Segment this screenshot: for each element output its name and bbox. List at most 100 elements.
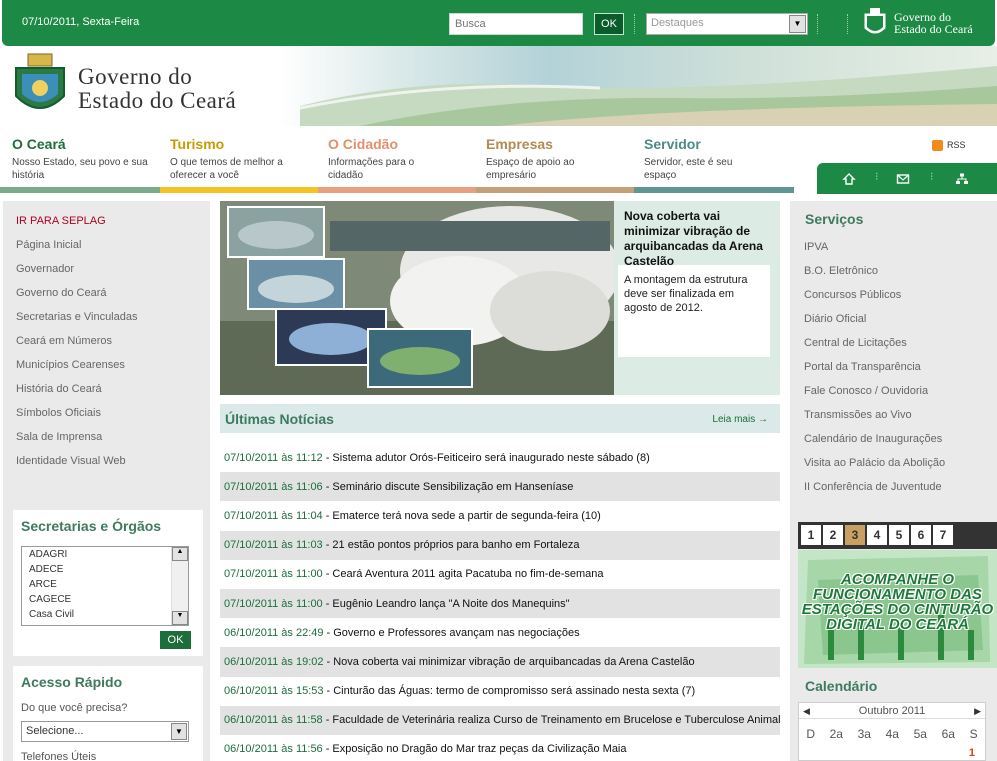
news-text[interactable]: - Ceará Aventura 2011 agita Pacatuba no … <box>326 568 604 580</box>
list-item[interactable]: Casa Civil <box>22 607 188 622</box>
left-menu-item[interactable]: Identidade Visual Web <box>16 455 137 479</box>
news-row[interactable]: 07/10/2011 às 11:06- Seminário discute S… <box>220 472 780 502</box>
left-menu-item[interactable]: Municípios Cearenses <box>16 359 137 383</box>
servico-item[interactable]: B.O. Eletrônico <box>804 265 945 289</box>
news-text[interactable]: - Exposição no Dragão do Mar traz peças … <box>326 743 627 755</box>
news-date[interactable]: 07/10/2011 às 11:06 <box>224 481 323 493</box>
acesso-rapido-box: Acesso Rápido Do que você precisa? Selec… <box>13 666 203 761</box>
news-text[interactable]: - 21 estão pontos próprios para banho em… <box>326 539 580 551</box>
left-menu-item-seplag[interactable]: IR PARA SEPLAG <box>16 215 137 239</box>
calendar-day[interactable]: 1 <box>969 747 975 759</box>
telefones-link[interactable]: Telefones Úteis <box>21 751 96 761</box>
news-date[interactable]: 06/10/2011 às 11:58 <box>224 714 323 726</box>
news-row[interactable]: 07/10/2011 às 11:00- Ceará Aventura 2011… <box>220 560 780 589</box>
news-row[interactable]: 06/10/2011 às 19:02- Nova coberta vai mi… <box>220 647 780 677</box>
news-row[interactable]: 07/10/2011 às 11:04- Ematerce terá nova … <box>220 501 780 530</box>
left-menu-item[interactable]: Ceará em Números <box>16 335 137 359</box>
news-text[interactable]: - Faculdade de Veterinária realiza Curso… <box>326 714 780 726</box>
secretarias-ok-button[interactable]: OK <box>160 631 191 649</box>
pager-page[interactable]: 1 <box>801 525 821 545</box>
logo-line2: Estado do Ceará <box>78 88 237 113</box>
prev-month-icon[interactable]: ◀ <box>803 703 810 719</box>
pager-page[interactable]: 7 <box>933 525 953 545</box>
news-row[interactable]: 06/10/2011 às 11:56- Exposição no Dragão… <box>220 735 780 761</box>
news-text[interactable]: - Seminário discute Sensibilização em Ha… <box>326 481 574 493</box>
news-date[interactable]: 07/10/2011 às 11:00 <box>224 568 323 580</box>
scrollbar[interactable]: ▲ ▼ <box>171 547 188 625</box>
featured-news[interactable]: Nova coberta vai minimizar vibração de a… <box>220 201 780 395</box>
news-text[interactable]: - Cinturão das Águas: termo de compromis… <box>327 685 696 697</box>
nav-item-o-cidadao[interactable]: O Cidadão Informações para o cidadão <box>328 136 478 182</box>
featured-title[interactable]: Nova coberta vai minimizar vibração de a… <box>624 209 776 269</box>
next-month-icon[interactable]: ▶ <box>974 703 981 719</box>
acesso-select[interactable]: Selecione... ▼ <box>21 721 189 742</box>
news-text[interactable]: - Nova coberta vai minimizar vibração de… <box>327 656 695 668</box>
servico-item[interactable]: Concursos Públicos <box>804 289 945 313</box>
nav-item-servidor[interactable]: Servidor Servidor, este é seu espaço <box>644 136 794 182</box>
left-menu-item[interactable]: Sala de Imprensa <box>16 431 137 455</box>
news-text[interactable]: - Sistema adutor Orós-Feiticeiro será in… <box>326 452 650 464</box>
servico-item[interactable]: Visita ao Palácio da Abolição <box>804 457 945 481</box>
pager-page[interactable]: 6 <box>911 525 931 545</box>
news-row[interactable]: 06/10/2011 às 22:49- Governo e Professor… <box>220 618 780 647</box>
news-date[interactable]: 07/10/2011 às 11:12 <box>224 452 323 464</box>
news-date[interactable]: 07/10/2011 às 11:00 <box>224 598 323 610</box>
left-menu-item[interactable]: História do Ceará <box>16 383 137 407</box>
news-date[interactable]: 06/10/2011 às 19:02 <box>224 656 324 668</box>
list-item[interactable]: CAGECE <box>22 592 188 607</box>
servico-item[interactable]: Diário Oficial <box>804 313 945 337</box>
pager-page[interactable]: 5 <box>889 525 909 545</box>
news-row[interactable]: 07/10/2011 às 11:00- Eugênio Leandro lan… <box>220 588 780 619</box>
servico-item[interactable]: Central de Licitações <box>804 337 945 361</box>
servico-item[interactable]: Calendário de Inaugurações <box>804 433 945 457</box>
servico-item[interactable]: Transmissões ao Vivo <box>804 409 945 433</box>
pager-page[interactable]: 4 <box>867 525 887 545</box>
list-item[interactable]: ARCE <box>22 577 188 592</box>
servico-item[interactable]: II Conferência de Juventude <box>804 481 945 505</box>
scroll-down-icon[interactable]: ▼ <box>172 611 188 625</box>
destaques-select[interactable]: Destaques ▼ <box>646 13 808 35</box>
main-logo[interactable]: Governo do Estado do Ceará <box>12 52 282 122</box>
news-date[interactable]: 07/10/2011 às 11:03 <box>224 539 323 551</box>
left-menu-item[interactable]: Governador <box>16 263 137 287</box>
news-date[interactable]: 06/10/2011 às 22:49 <box>224 627 324 639</box>
news-row[interactable]: 06/10/2011 às 11:58- Faculdade de Veteri… <box>220 705 780 735</box>
cinturao-digital-banner[interactable]: ACOMPANHE O FUNCIONAMENTO DAS ESTAÇÕES D… <box>798 550 997 668</box>
pager-page[interactable]: 2 <box>823 525 843 545</box>
news-text[interactable]: - Ematerce terá nova sede a partir de se… <box>326 510 601 522</box>
list-item[interactable]: ADAGRI <box>22 547 188 562</box>
scroll-up-icon[interactable]: ▲ <box>172 547 188 561</box>
news-text[interactable]: - Eugênio Leandro lança "A Noite dos Man… <box>326 598 570 610</box>
rss-link[interactable]: RSS <box>932 140 966 152</box>
nav-label: Servidor <box>644 136 701 152</box>
left-menu-item[interactable]: Página Inicial <box>16 239 137 263</box>
secretarias-list[interactable]: ADAGRI ADECE ARCE CAGECE Casa Civil <box>21 546 189 626</box>
news-row[interactable]: 06/10/2011 às 15:53- Cinturão das Águas:… <box>220 677 780 706</box>
search-input[interactable] <box>449 13 583 35</box>
home-icon[interactable] <box>842 172 856 186</box>
nav-item-turismo[interactable]: Turismo O que temos de melhor a oferecer… <box>170 136 320 182</box>
news-row[interactable]: 07/10/2011 às 11:12- Sistema adutor Orós… <box>220 443 780 472</box>
news-row[interactable]: 07/10/2011 às 11:03- 21 estão pontos pró… <box>220 530 780 560</box>
left-menu-item[interactable]: Símbolos Oficiais <box>16 407 137 431</box>
news-date[interactable]: 06/10/2011 às 11:56 <box>224 743 323 755</box>
read-more-link[interactable]: Leia mais → <box>712 414 768 425</box>
news-text[interactable]: - Governo e Professores avançam nas nego… <box>327 627 580 639</box>
list-item[interactable]: ADECE <box>22 562 188 577</box>
servico-item[interactable]: Fale Conosco / Ouvidoria <box>804 385 945 409</box>
nav-item-empresas[interactable]: Empresas Espaço de apoio ao empresário <box>486 136 636 182</box>
sitemap-icon[interactable] <box>955 172 969 186</box>
search-button[interactable]: OK <box>594 13 624 35</box>
top-logo[interactable]: Governo do Estado do Ceará <box>862 6 992 40</box>
news-date[interactable]: 06/10/2011 às 15:53 <box>224 685 324 697</box>
weekday: 6a <box>941 727 955 741</box>
news-date[interactable]: 07/10/2011 às 11:04 <box>224 510 323 522</box>
stadium-photo[interactable] <box>220 201 614 395</box>
servico-item[interactable]: IPVA <box>804 241 945 265</box>
mail-icon[interactable] <box>896 172 910 186</box>
left-menu-item[interactable]: Governo do Ceará <box>16 287 137 311</box>
pager-page-active[interactable]: 3 <box>845 525 865 545</box>
nav-item-o-ceara[interactable]: O Ceará Nosso Estado, seu povo e sua his… <box>12 136 162 182</box>
left-menu-item[interactable]: Secretarias e Vinculadas <box>16 311 137 335</box>
servico-item[interactable]: Portal da Transparência <box>804 361 945 385</box>
